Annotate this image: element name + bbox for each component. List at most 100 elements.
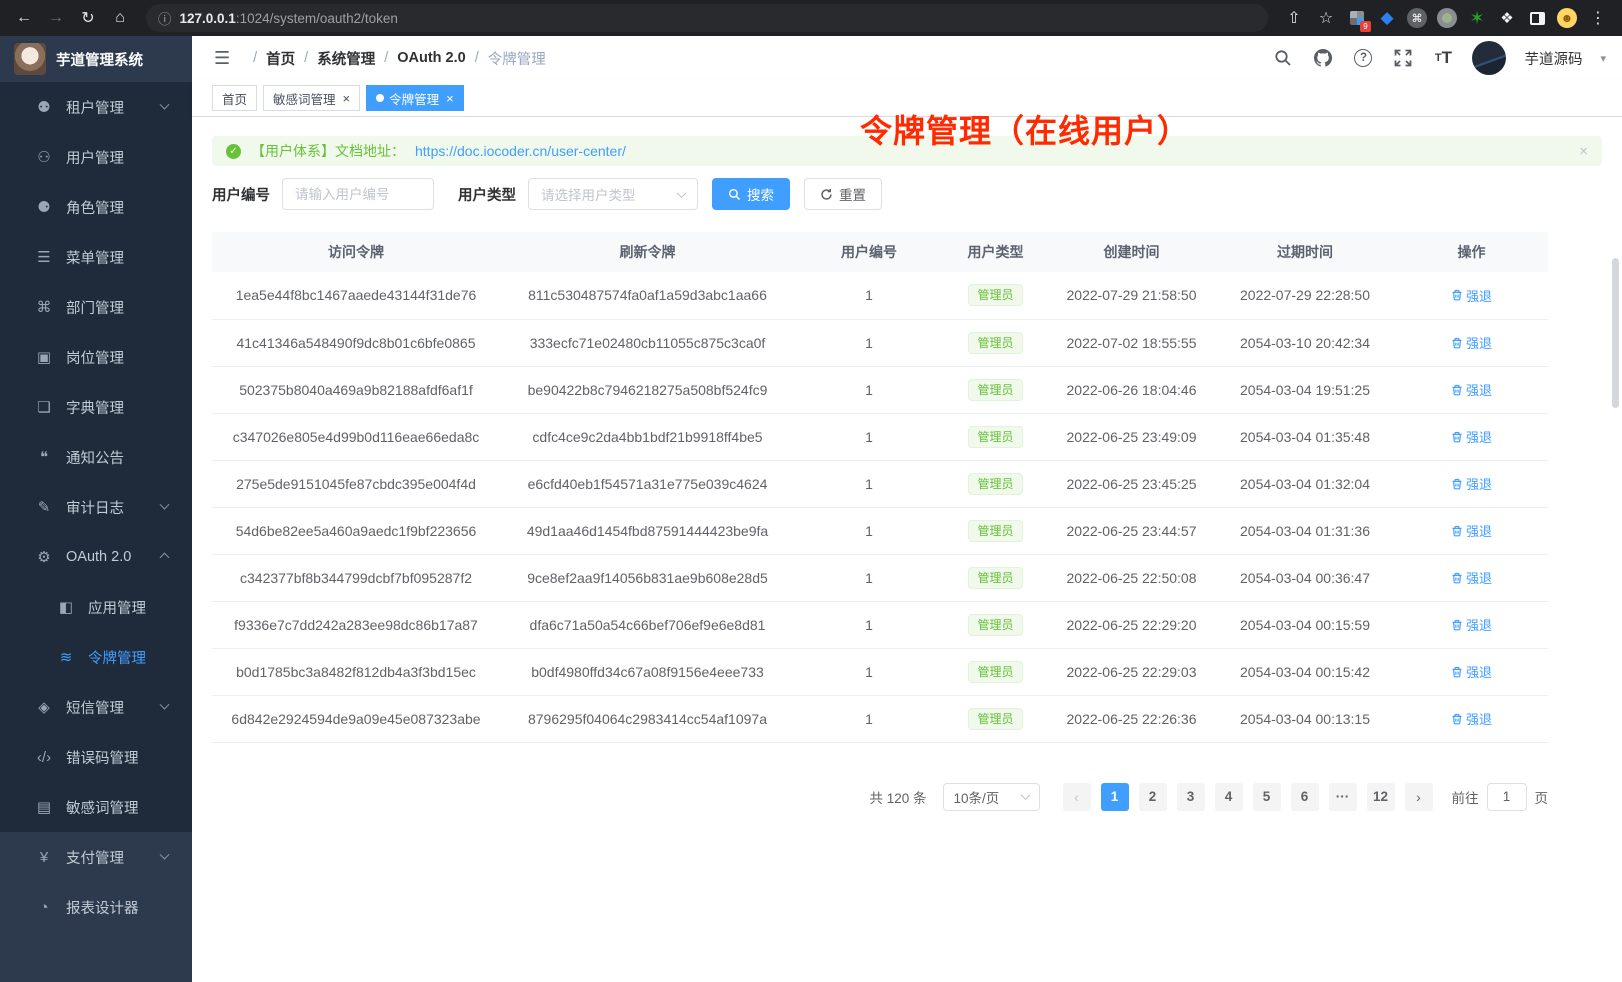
chevron-icon <box>160 99 170 109</box>
extension-cmd-icon[interactable]: ⌘ <box>1404 5 1430 31</box>
avatar[interactable] <box>1472 41 1506 75</box>
access-token-cell: f9336e7c7dd242a283ee98dc86b17a87 <box>212 601 500 648</box>
forward-icon[interactable]: → <box>42 4 70 32</box>
profile-emoji-icon[interactable]: ☻ <box>1554 5 1580 31</box>
tab-label: 首页 <box>222 89 247 108</box>
github-icon[interactable] <box>1312 47 1334 69</box>
page-size-select[interactable]: 10条/页 <box>943 783 1040 811</box>
back-icon[interactable]: ← <box>10 4 38 32</box>
page-number-button[interactable]: 1 <box>1101 783 1129 811</box>
app-logo[interactable]: 芋道管理系统 <box>0 36 192 82</box>
sidebar-item[interactable]: ⚉ 租户管理 <box>0 82 192 132</box>
force-logout-button[interactable]: 强退 <box>1451 568 1492 587</box>
next-page-button[interactable]: › <box>1405 783 1433 811</box>
created-time-cell: 2022-06-25 23:44:57 <box>1048 507 1215 554</box>
prev-page-button[interactable]: ‹ <box>1063 783 1091 811</box>
menu-icon: ⚇ <box>34 148 54 166</box>
sidebar-item[interactable]: ‹/› 错误码管理 <box>0 732 192 782</box>
force-logout-button[interactable]: 强退 <box>1451 662 1492 681</box>
user-dropdown-caret-icon[interactable]: ▾ <box>1600 52 1606 65</box>
sidebar-item[interactable]: ⚈ 角色管理 <box>0 182 192 232</box>
close-icon[interactable]: × <box>446 92 454 105</box>
scrollbar-thumb[interactable] <box>1612 258 1619 408</box>
table-row: 275e5de9151045fe87cbdc395e004f4d e6cfd40… <box>212 460 1548 507</box>
page-number-button[interactable]: 4 <box>1215 783 1243 811</box>
user-type-select[interactable]: 请选择用户类型 <box>528 178 698 210</box>
sidebar-toggle-icon[interactable]: ☰ <box>208 48 236 69</box>
bookmark-star-icon[interactable]: ☆ <box>1312 4 1340 32</box>
sidebar-item[interactable]: ✎ 审计日志 <box>0 482 192 532</box>
page-number-button[interactable]: 2 <box>1139 783 1167 811</box>
share-icon[interactable]: ⇧ <box>1280 4 1308 32</box>
access-token-cell: 41c41346a548490f9dc8b01c6bfe0865 <box>212 319 500 366</box>
address-bar[interactable]: ⓘ 127.0.0.1:1024/system/oauth2/token <box>146 4 1268 32</box>
extensions-puzzle-icon[interactable]: ❖ <box>1494 5 1520 31</box>
breadcrumb-item[interactable]: 令牌管理 <box>488 48 546 69</box>
side-panel-icon[interactable] <box>1524 5 1550 31</box>
force-logout-button[interactable]: 强退 <box>1451 333 1492 352</box>
search-button[interactable]: 搜索 <box>712 178 790 210</box>
page-number-button[interactable]: 5 <box>1253 783 1281 811</box>
sidebar-item[interactable]: ☰ 菜单管理 <box>0 232 192 282</box>
extension-star-icon[interactable]: ✶ <box>1464 5 1490 31</box>
breadcrumb-item[interactable]: 系统管理 <box>317 48 375 69</box>
sidebar-item-label: 报表设计器 <box>66 897 139 918</box>
page-number-button[interactable]: ··· <box>1329 783 1357 811</box>
view-tab[interactable]: 敏感词管理 × <box>263 85 360 111</box>
user-id-cell: 1 <box>795 507 943 554</box>
sidebar-item[interactable]: ▣ 岗位管理 <box>0 332 192 382</box>
reload-icon[interactable]: ↻ <box>74 4 102 32</box>
fullscreen-icon[interactable] <box>1392 47 1414 69</box>
sidebar-item[interactable]: ▤ 敏感词管理 <box>0 782 192 832</box>
page-number-button[interactable]: 6 <box>1291 783 1319 811</box>
force-logout-button[interactable]: 强退 <box>1451 709 1492 728</box>
table-row: 54d6be82ee5a460a9aedc1f9bf223656 49d1aa4… <box>212 507 1548 554</box>
user-type-cell: 管理员 <box>943 460 1048 507</box>
page-number-button[interactable]: 3 <box>1177 783 1205 811</box>
access-token-cell: 275e5de9151045fe87cbdc395e004f4d <box>212 460 500 507</box>
sidebar-item-label: 用户管理 <box>66 147 124 168</box>
force-logout-button[interactable]: 强退 <box>1451 615 1492 634</box>
page-number-button[interactable]: 12 <box>1367 783 1395 811</box>
doc-link[interactable]: https://doc.iocoder.cn/user-center/ <box>415 143 626 159</box>
home-icon[interactable]: ⌂ <box>106 4 134 32</box>
extension-grid-icon[interactable]: 9 <box>1344 5 1370 31</box>
browser-menu-icon[interactable]: ⋮ <box>1584 4 1612 32</box>
extension-record-icon[interactable] <box>1434 5 1460 31</box>
sidebar-item[interactable]: ⚙ OAuth 2.0 <box>0 532 192 582</box>
close-icon[interactable]: × <box>343 92 351 105</box>
sidebar-item-label: 敏感词管理 <box>66 797 139 818</box>
tab-label: 敏感词管理 <box>273 89 336 108</box>
sidebar-item[interactable]: ◈ 短信管理 <box>0 682 192 732</box>
column-header: 用户类型 <box>943 232 1048 272</box>
font-size-icon[interactable]: TT <box>1432 47 1454 69</box>
sidebar-item[interactable]: ¥ 支付管理 <box>0 832 192 882</box>
sidebar-item[interactable]: ❝ 通知公告 <box>0 432 192 482</box>
force-logout-button[interactable]: 强退 <box>1451 380 1492 399</box>
alert-close-icon[interactable]: × <box>1579 143 1588 160</box>
sidebar-item[interactable]: ◔ 报表设计器 <box>0 882 192 932</box>
extension-gem-icon[interactable]: ◆ <box>1374 5 1400 31</box>
sidebar-item[interactable]: ≋ 令牌管理 <box>0 632 192 682</box>
sidebar-item[interactable]: ◧ 应用管理 <box>0 582 192 632</box>
help-icon[interactable]: ? <box>1352 47 1374 69</box>
user-id-input[interactable] <box>282 178 434 210</box>
sidebar-item[interactable]: ⌘ 部门管理 <box>0 282 192 332</box>
force-logout-button[interactable]: 强退 <box>1451 286 1492 305</box>
sidebar-item[interactable]: ⚇ 用户管理 <box>0 132 192 182</box>
search-icon[interactable] <box>1272 47 1294 69</box>
view-tab[interactable]: 首页 × <box>212 85 257 111</box>
goto-page-input[interactable] <box>1487 783 1527 811</box>
user-type-cell: 管理员 <box>943 648 1048 695</box>
force-logout-button[interactable]: 强退 <box>1451 474 1492 493</box>
sidebar-item[interactable]: ❏ 字典管理 <box>0 382 192 432</box>
breadcrumb-item[interactable]: OAuth 2.0 <box>397 50 465 66</box>
reset-button[interactable]: 重置 <box>804 178 882 210</box>
pagination: 共 120 条 10条/页 ‹ 1 2 3 4 <box>212 783 1548 811</box>
user-name[interactable]: 芋道源码 <box>1524 48 1582 69</box>
info-icon[interactable]: ⓘ <box>158 8 172 28</box>
breadcrumb-item[interactable]: 首页 <box>266 48 295 69</box>
force-logout-button[interactable]: 强退 <box>1451 427 1492 446</box>
view-tab[interactable]: 令牌管理 × <box>366 85 464 111</box>
force-logout-button[interactable]: 强退 <box>1451 521 1492 540</box>
